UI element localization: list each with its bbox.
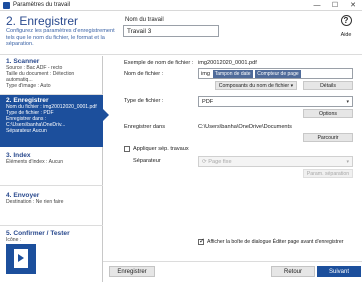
- save-settings-panel: Exemple de nom de fichier : img20012020_…: [103, 56, 362, 261]
- page-counter-token[interactable]: Compteur de page: [255, 70, 301, 78]
- steps-sidebar: 1. Scanner Source : Bac ADF - recto Tail…: [0, 56, 109, 282]
- close-button[interactable]: ✕: [344, 0, 362, 11]
- example-filename-label: Exemple de nom de fichier :: [124, 60, 194, 66]
- play-icon: [18, 254, 24, 262]
- job-name-input[interactable]: Travail 3: [123, 25, 219, 37]
- job-icon[interactable]: [6, 244, 36, 274]
- filetype-label: Type de fichier :: [124, 98, 164, 104]
- footer-bar: Enregistrer Retour Suivant: [103, 261, 362, 282]
- step-send[interactable]: 4. Envoyer Destination : Ne rien faire: [0, 190, 103, 220]
- chevron-down-icon: ▾: [290, 83, 294, 89]
- step-index[interactable]: 3. Index Éléments d'index : Aucun: [0, 150, 103, 180]
- browse-button[interactable]: Parcourir: [303, 133, 353, 142]
- back-button[interactable]: Retour: [271, 266, 315, 277]
- title-bar: Paramètres du travail — ☐ ✕: [0, 0, 362, 11]
- divider: [0, 225, 103, 226]
- apply-separation-checkbox[interactable]: [124, 146, 130, 152]
- apply-separation-label: Appliquer sép. travaux: [133, 146, 189, 152]
- step-title: 4. Envoyer: [6, 192, 40, 199]
- separator-value: Page fixe: [208, 159, 232, 165]
- divider: [0, 185, 103, 186]
- filename-input[interactable]: img Tampon de date Compteur de page: [198, 68, 353, 79]
- show-edit-dialog-label: Afficher la boîte de dialogue Éditer pag…: [207, 239, 344, 245]
- separator-label: Séparateur: [133, 158, 161, 164]
- filename-components-label: Composants du nom de fichier: [218, 83, 290, 89]
- step-detail: Éléments d'index : Aucun: [6, 159, 64, 165]
- minimize-button[interactable]: —: [308, 0, 326, 11]
- separator-select[interactable]: ⟳ Page fixe ▾: [198, 156, 353, 167]
- job-name-label: Nom du travail: [125, 17, 164, 23]
- example-filename-value: img20012020_0001.pdf: [198, 60, 257, 66]
- step-detail: Icône :: [6, 237, 22, 243]
- next-button[interactable]: Suivant: [317, 266, 361, 277]
- options-button[interactable]: Options: [303, 109, 353, 118]
- filename-components-button[interactable]: Composants du nom de fichier ▾: [215, 81, 297, 90]
- step-title: 3. Index: [6, 152, 31, 159]
- help-button[interactable]: ? Aide: [334, 15, 358, 38]
- save-job-button[interactable]: Enregistrer: [109, 266, 155, 277]
- show-edit-dialog-checkbox[interactable]: [198, 237, 205, 245]
- filetype-value: PDF: [202, 99, 214, 105]
- step-title: 1. Scanner: [6, 58, 40, 65]
- details-button[interactable]: Détails: [303, 81, 353, 90]
- step-detail: Séparateur Aucun: [6, 128, 47, 135]
- date-stamp-token[interactable]: Tampon de date: [212, 70, 253, 78]
- help-icon: ?: [340, 15, 352, 26]
- chevron-down-icon: ▾: [346, 99, 349, 105]
- page-description: Configurez les paramètres d'enregistreme…: [6, 28, 115, 48]
- step-scan[interactable]: 1. Scanner Source : Bac ADF - recto Tail…: [0, 56, 103, 94]
- filetype-select[interactable]: PDF ▾: [198, 96, 353, 107]
- help-label: Aide: [340, 32, 352, 38]
- separation-settings-label: Param. séparation: [306, 171, 350, 177]
- save-to-label: Enregistrer dans: [124, 124, 166, 130]
- maximize-button[interactable]: ☐: [326, 0, 344, 11]
- step-detail: Type d'image : Auto: [6, 83, 51, 90]
- window-title: Paramètres du travail: [13, 2, 71, 8]
- save-to-path: C:\Users\banha\OneDrive\Documents: [198, 124, 292, 130]
- step-save[interactable]: 2. Enregistrer Nom du fichier : img20012…: [0, 95, 109, 147]
- app-icon: [3, 1, 10, 9]
- step-title: 5. Confirmer / Tester: [6, 230, 70, 237]
- step-detail: Enregistrer dans : C:\Users\banha\OneDri…: [6, 116, 66, 129]
- chevron-down-icon: ▾: [346, 159, 349, 165]
- filename-label: Nom de fichier :: [124, 71, 164, 77]
- filename-prefix: img: [201, 71, 211, 77]
- separation-settings-button[interactable]: Param. séparation: [303, 169, 353, 178]
- step-title: 2. Enregistrer: [6, 97, 49, 104]
- step-detail: Taille du document : Détection automatiq…: [6, 71, 75, 84]
- page-title: 2. Enregistrer: [6, 14, 79, 28]
- step-detail: Destination : Ne rien faire: [6, 199, 64, 205]
- step-header: 2. Enregistrer Configurez les paramètres…: [0, 11, 362, 55]
